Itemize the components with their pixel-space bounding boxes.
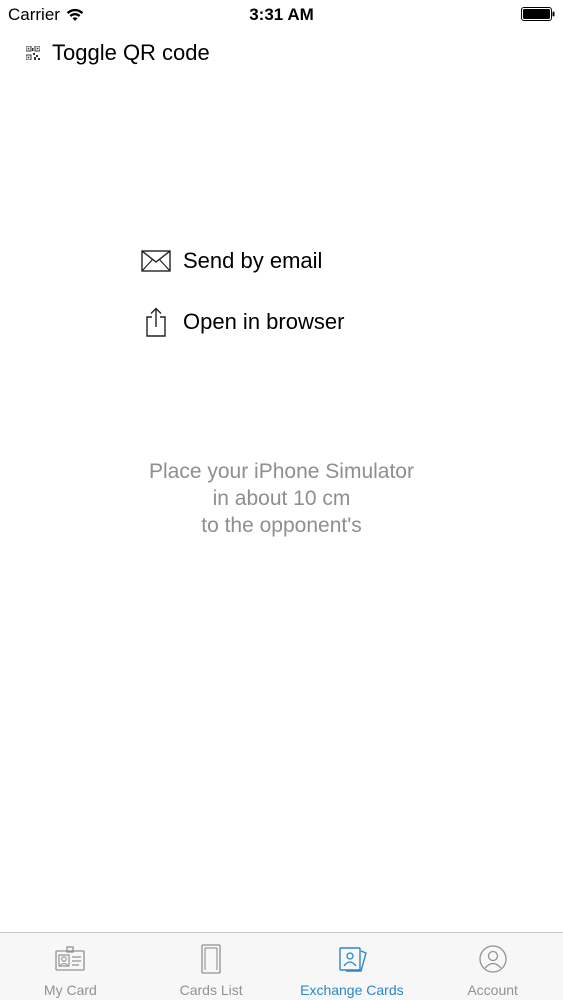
share-icon [140, 306, 172, 338]
status-bar: Carrier 3:31 AM [0, 0, 563, 30]
tab-account-label: Account [467, 982, 518, 998]
tab-cards-list-label: Cards List [179, 982, 243, 998]
open-in-browser-label: Open in browser [183, 309, 345, 334]
battery-icon [521, 7, 555, 21]
tab-my-card[interactable]: My Card [0, 933, 141, 1000]
status-time: 3:31 AM [249, 5, 314, 24]
tab-exchange-cards[interactable]: Exchange Cards [282, 933, 423, 1000]
qr-code-icon [26, 46, 40, 60]
hint-line-1: Place your iPhone Simulator [149, 460, 414, 483]
tab-account[interactable]: Account [422, 933, 563, 1000]
tab-exchange-cards-label: Exchange Cards [300, 982, 404, 998]
open-in-browser-button[interactable]: Open in browser [140, 305, 344, 339]
hint-line-2: in about 10 cm [212, 487, 351, 510]
tab-bar: My Card Cards List Exchange Cards Accoun… [0, 932, 563, 1000]
tab-cards-list[interactable]: Cards List [141, 933, 282, 1000]
account-icon [478, 945, 507, 973]
envelope-icon [140, 245, 172, 277]
send-by-email-button[interactable]: Send by email [140, 244, 322, 278]
send-by-email-label: Send by email [183, 248, 323, 273]
cards-list-icon [201, 944, 221, 974]
id-card-icon [55, 946, 86, 971]
toggle-qr-label: Toggle QR code [52, 40, 210, 65]
tab-my-card-label: My Card [43, 982, 97, 998]
toggle-qr-button[interactable]: Toggle QR code [26, 38, 210, 68]
proximity-hint: Place your iPhone Simulator in about 10 … [0, 458, 563, 539]
exchange-cards-icon [339, 947, 367, 972]
hint-line-3: to the opponent's [201, 514, 362, 537]
exchange-cards-screen: Carrier 3:31 AM Toggle QR code Send by e… [0, 0, 563, 1000]
